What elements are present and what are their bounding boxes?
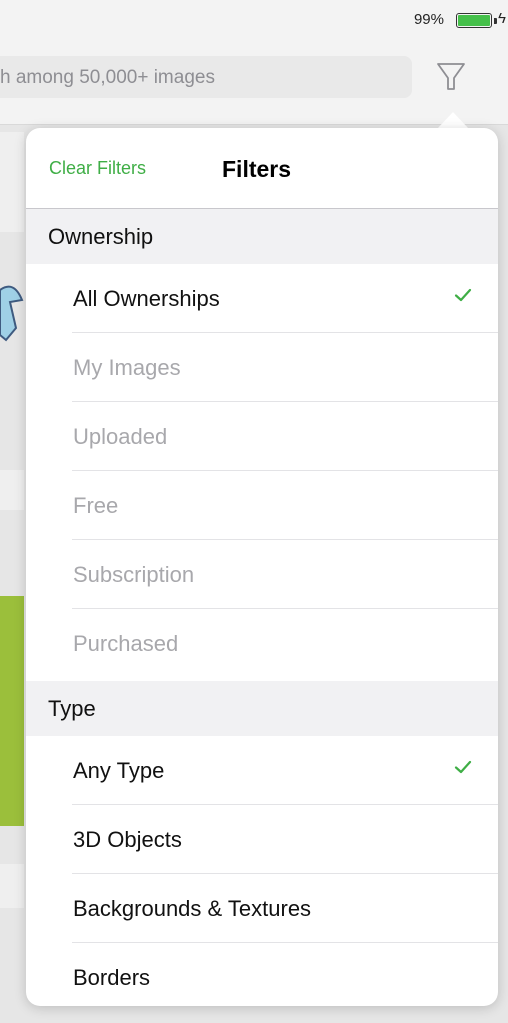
filter-option-purchased[interactable]: Purchased (26, 609, 498, 678)
filter-option-borders[interactable]: Borders (26, 943, 498, 1006)
filter-option-all-ownerships[interactable]: All Ownerships (26, 264, 498, 333)
checkmark-icon (454, 760, 472, 774)
filter-option-label: Borders (73, 965, 151, 990)
battery-tip (494, 18, 497, 24)
filter-option-label: Purchased (73, 631, 179, 656)
filter-option-label: All Ownerships (73, 286, 220, 311)
filter-option-label: Subscription (73, 562, 195, 587)
filter-option-label: Backgrounds & Textures (73, 896, 312, 921)
filters-popover: Clear Filters Filters Ownership All Owne… (26, 128, 498, 1006)
filter-option-any-type[interactable]: Any Type (26, 736, 498, 805)
background-thumbnail (0, 596, 24, 826)
filter-option-label: 3D Objects (73, 827, 182, 852)
background-thumbnail (0, 470, 24, 510)
section-header-type: Type (26, 681, 498, 736)
filter-option-my-images[interactable]: My Images (26, 333, 498, 402)
popover-arrow (437, 112, 469, 129)
battery-icon (456, 13, 492, 28)
filter-option-3d-objects[interactable]: 3D Objects (26, 805, 498, 874)
battery-level-fill (458, 15, 490, 26)
search-input-placeholder[interactable]: h among 50,000+ images (0, 67, 215, 89)
filter-option-uploaded[interactable]: Uploaded (26, 402, 498, 471)
background-thumbnail (0, 864, 24, 908)
filter-option-backgrounds-textures[interactable]: Backgrounds & Textures (26, 874, 498, 943)
checkmark-icon (454, 288, 472, 302)
section-header-ownership: Ownership (26, 209, 498, 264)
funnel-icon (437, 63, 465, 90)
filter-option-label: Any Type (73, 758, 165, 783)
filter-option-label: Free (73, 493, 119, 518)
filter-option-subscription[interactable]: Subscription (26, 540, 498, 609)
filter-option-label: My Images (73, 355, 181, 380)
clear-filters-button[interactable]: Clear Filters (49, 158, 146, 179)
background-thumbnail (0, 132, 24, 232)
status-bar: 99% ϟ (0, 0, 508, 40)
search-field[interactable]: h among 50,000+ images (0, 56, 412, 98)
filter-option-free[interactable]: Free (26, 471, 498, 540)
filters-title: Filters (222, 156, 292, 182)
section-header-label: Ownership (48, 224, 154, 249)
search-bar: h among 50,000+ images (0, 40, 508, 125)
background-artwork (0, 285, 24, 342)
filter-option-label: Uploaded (73, 424, 168, 449)
background-thumbnail (0, 280, 24, 350)
filter-button[interactable] (434, 58, 468, 94)
popover-header: Clear Filters Filters (26, 128, 498, 209)
battery-percentage: 99% (413, 11, 444, 28)
charging-bolt-icon: ϟ (498, 10, 506, 27)
section-header-label: Type (48, 696, 96, 721)
